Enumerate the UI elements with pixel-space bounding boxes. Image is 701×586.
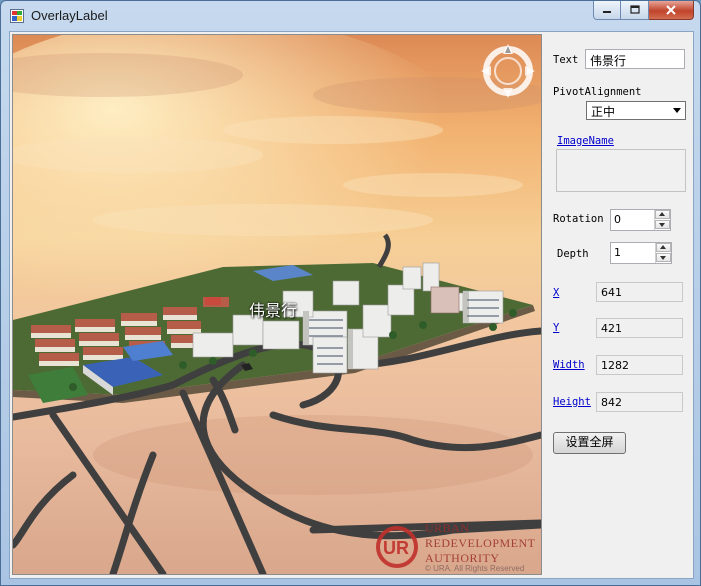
arrow-up-icon	[659, 212, 665, 216]
arrow-down-icon	[659, 223, 665, 227]
close-button[interactable]	[649, 1, 694, 20]
text-input[interactable]: 伟景行	[585, 49, 685, 69]
client-area: 伟景行 UR URBAN REDEVELOPMENT AUTHORITY © U…	[9, 31, 694, 579]
logo-line-2: REDEVELOPMENT	[425, 536, 536, 550]
title-bar[interactable]: OverlayLabel	[1, 1, 700, 31]
overlay-text-label[interactable]: 伟景行	[249, 297, 297, 321]
depth-down-button[interactable]	[656, 253, 671, 262]
maximize-button[interactable]	[621, 1, 649, 20]
width-link[interactable]: Width	[553, 359, 585, 371]
height-link[interactable]: Height	[553, 396, 591, 408]
arrow-down-icon	[660, 256, 666, 260]
fullscreen-button[interactable]: 设置全屏	[553, 432, 626, 454]
chevron-down-icon	[673, 108, 681, 113]
ura-logo: UR URBAN REDEVELOPMENT AUTHORITY © URA. …	[375, 519, 536, 574]
main-window: OverlayLabel 伟景行 UR URBAN REDEVELOPMENT …	[0, 0, 701, 586]
depth-value: 1	[614, 246, 621, 259]
rotation-down-button[interactable]	[655, 220, 670, 229]
y-value-field: 421	[596, 318, 683, 338]
window-title: OverlayLabel	[31, 8, 108, 23]
minimize-button[interactable]	[593, 1, 621, 20]
depth-label: Depth	[557, 248, 589, 260]
width-value-field: 1282	[596, 355, 683, 375]
rotation-spinner[interactable]: 0	[610, 209, 671, 231]
x-value-field: 641	[596, 282, 683, 302]
height-value-field: 842	[596, 392, 683, 412]
pivot-alignment-label: PivotAlignment	[553, 86, 642, 98]
text-label: Text	[553, 54, 579, 66]
map-3d-view[interactable]: 伟景行 UR URBAN REDEVELOPMENT AUTHORITY © U…	[12, 34, 542, 575]
image-name-box[interactable]	[556, 149, 686, 192]
minimize-icon	[603, 11, 611, 13]
image-name-link[interactable]: ImageName	[557, 135, 614, 147]
compass-icon[interactable]	[479, 42, 537, 100]
maximize-icon	[629, 5, 640, 14]
arrow-up-icon	[660, 245, 666, 249]
x-link[interactable]: X	[553, 287, 559, 299]
app-icon	[10, 9, 24, 23]
depth-spinner[interactable]: 1	[610, 242, 672, 264]
svg-text:UR: UR	[383, 538, 409, 558]
rotation-up-button[interactable]	[655, 210, 670, 219]
close-icon	[666, 5, 676, 15]
logo-line-1: URBAN	[425, 521, 470, 535]
logo-copyright: © URA. All Rights Reserved	[425, 564, 525, 573]
property-panel: Text 伟景行 PivotAlignment 正中 ImageName Rot…	[545, 34, 693, 575]
y-link[interactable]: Y	[553, 322, 559, 334]
rotation-value: 0	[614, 213, 621, 226]
pivot-alignment-value: 正中	[591, 105, 616, 119]
pivot-alignment-select[interactable]: 正中	[586, 101, 686, 120]
rotation-label: Rotation	[553, 213, 604, 225]
depth-up-button[interactable]	[656, 243, 671, 252]
